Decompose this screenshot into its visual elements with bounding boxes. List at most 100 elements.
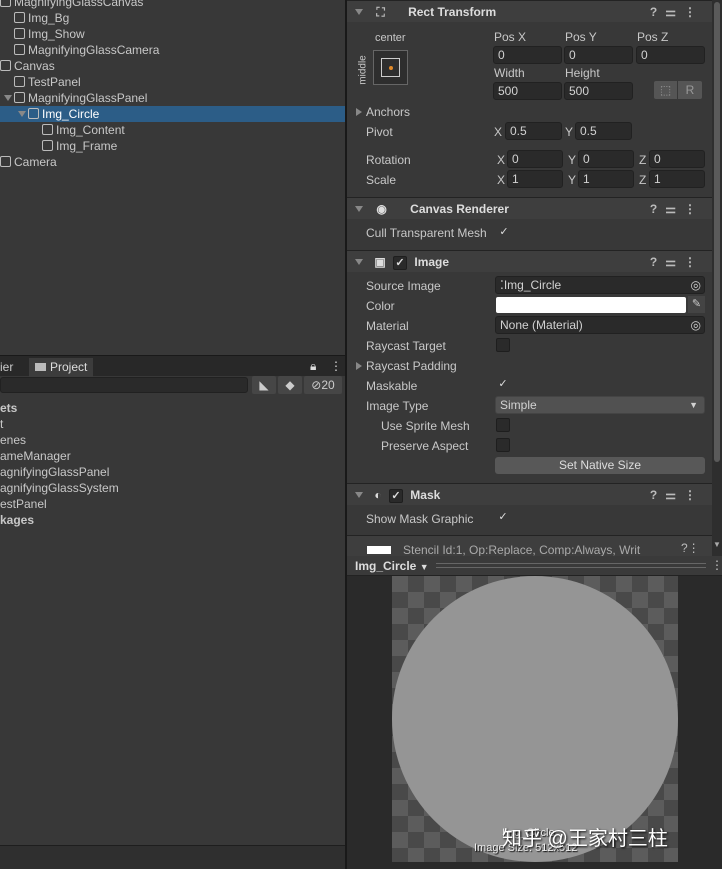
source-image-field[interactable]: ⁚Img_Circle ◎ xyxy=(495,276,705,294)
preserve-aspect-checkbox[interactable] xyxy=(496,438,510,452)
source-image-label: Source Image xyxy=(366,279,441,293)
component-header-icons[interactable]: ?⚌⋮ xyxy=(650,251,704,273)
use-sprite-mesh-checkbox[interactable] xyxy=(496,418,510,432)
collapse-icon[interactable] xyxy=(355,206,363,212)
raycast-padding-label: Raycast Padding xyxy=(366,359,457,373)
rotation-y-field[interactable]: 0 xyxy=(578,150,634,168)
scroll-down-icon[interactable]: ▼ xyxy=(713,540,721,549)
image-enabled-checkbox[interactable]: ✓ xyxy=(393,255,408,270)
expand-arrow-icon[interactable] xyxy=(18,111,26,117)
more-icon[interactable]: ⋮ xyxy=(711,558,722,572)
hierarchy-item[interactable]: Img_Show xyxy=(0,26,345,42)
material-field[interactable]: None (Material) ◎ xyxy=(495,316,705,334)
raycast-target-checkbox[interactable] xyxy=(496,338,510,352)
image-type-dropdown[interactable]: Simple ▼ xyxy=(495,396,705,414)
folder-icon xyxy=(35,363,46,371)
preview-title-dropdown[interactable]: Img_Circle ▼ xyxy=(355,558,429,575)
hierarchy-item[interactable]: Img_Bg xyxy=(0,10,345,26)
posy-label: Pos Y xyxy=(565,30,597,44)
project-item[interactable]: agnifyingGlassSystem xyxy=(0,480,119,496)
blueprint-mode-button[interactable]: ⬚ xyxy=(654,81,677,99)
hierarchy-item[interactable]: MagnifyingGlassCamera xyxy=(0,42,345,58)
collapse-icon[interactable] xyxy=(355,259,363,265)
component-header-icons[interactable]: ?⚌⋮ xyxy=(650,1,704,23)
scroll-thumb[interactable] xyxy=(714,2,720,462)
rotation-x-field[interactable]: 0 xyxy=(507,150,563,168)
cull-checkbox[interactable]: ✓ xyxy=(497,226,511,240)
filter-by-type-icon[interactable]: ◣ xyxy=(252,376,276,394)
axis-x: X xyxy=(494,125,503,139)
status-bar xyxy=(0,845,345,869)
expand-icon xyxy=(356,362,362,370)
material-row[interactable]: Stencil Id:1, Op:Replace, Comp:Always, W… xyxy=(347,535,712,557)
tab-project[interactable]: Project xyxy=(29,358,94,377)
more-icon[interactable]: ⋮ xyxy=(330,359,342,373)
help-icon[interactable]: ?⋮ xyxy=(681,541,700,555)
show-mask-graphic-checkbox[interactable]: ✓ xyxy=(496,511,510,525)
component-title: Rect Transform xyxy=(408,5,497,19)
project-item[interactable]: estPanel xyxy=(0,496,47,512)
inspector-scrollbar[interactable]: ▼ xyxy=(712,0,722,556)
anchors-foldout[interactable]: Anchors xyxy=(356,104,410,120)
scale-x-field[interactable]: 1 xyxy=(507,170,563,188)
hierarchy-item[interactable]: Img_Circle xyxy=(0,106,345,122)
hierarchy-item[interactable]: TestPanel xyxy=(0,74,345,90)
mask-enabled-checkbox[interactable]: ✓ xyxy=(388,488,403,503)
maskable-checkbox[interactable]: ✓ xyxy=(496,378,510,392)
expand-arrow-icon[interactable] xyxy=(4,95,12,101)
tab-project-label: Project xyxy=(50,360,88,374)
image-type-label: Image Type xyxy=(366,399,429,413)
component-header-icons[interactable]: ?⚌⋮ xyxy=(650,198,704,220)
project-item[interactable]: enes xyxy=(0,432,26,448)
width-field[interactable]: 500 xyxy=(493,82,562,100)
raycast-padding-foldout[interactable]: Raycast Padding xyxy=(356,358,457,374)
object-picker-icon[interactable]: ◎ xyxy=(691,277,701,293)
pivot-x-field[interactable]: 0.5 xyxy=(505,122,562,140)
drag-handle[interactable] xyxy=(436,563,706,568)
lock-icon[interactable]: 🔒︎ xyxy=(310,359,316,374)
image-header[interactable]: ▣ ✓ Image ?⚌⋮ xyxy=(347,250,712,272)
hidden-packages-button[interactable]: ⊘20 xyxy=(304,376,342,394)
eye-icon: ◉ xyxy=(376,202,387,216)
object-picker-icon[interactable]: ◎ xyxy=(691,317,701,333)
posz-field[interactable]: 0 xyxy=(636,46,705,64)
filter-by-label-icon[interactable]: ◆ xyxy=(278,376,302,394)
eyedropper-icon[interactable]: ✎ xyxy=(688,296,705,313)
color-swatch[interactable] xyxy=(496,297,686,313)
hierarchy-item[interactable]: Img_Frame xyxy=(0,138,345,154)
rect-transform-header[interactable]: ⛶ Rect Transform ?⚌⋮ xyxy=(347,0,712,22)
raw-edit-button[interactable]: R xyxy=(678,81,702,99)
canvas-renderer-header[interactable]: ◉ Canvas Renderer ?⚌⋮ xyxy=(347,197,712,219)
rect-transform-icon: ⛶ xyxy=(376,5,385,19)
project-item[interactable]: agnifyingGlassPanel xyxy=(0,464,109,480)
component-header-icons[interactable]: ?⚌⋮ xyxy=(650,484,704,506)
hierarchy-item[interactable]: MagnifyingGlassCanvas xyxy=(0,0,345,10)
project-item[interactable]: t xyxy=(0,416,3,432)
hierarchy-item[interactable]: Camera xyxy=(0,154,345,170)
anchor-preset-button[interactable] xyxy=(373,50,408,85)
mask-header[interactable]: ◐ ✓ Mask ?⚌⋮ xyxy=(347,483,712,505)
posx-field[interactable]: 0 xyxy=(493,46,562,64)
rotation-z-field[interactable]: 0 xyxy=(649,150,705,168)
collapse-icon[interactable] xyxy=(355,492,363,498)
height-field[interactable]: 500 xyxy=(564,82,633,100)
hierarchy-item[interactable]: MagnifyingGlassPanel xyxy=(0,90,345,106)
collapse-icon[interactable] xyxy=(355,9,363,15)
project-item[interactable]: ets xyxy=(0,400,17,416)
posy-field[interactable]: 0 xyxy=(564,46,633,64)
left-panel: MagnifyingGlassCanvas Img_Bg Img_Show Magni… xyxy=(0,0,345,869)
checker-background xyxy=(392,576,678,862)
scale-z-field[interactable]: 1 xyxy=(649,170,705,188)
project-search-input[interactable] xyxy=(0,377,248,393)
project-item[interactable]: ameManager xyxy=(0,448,71,464)
gameobject-icon xyxy=(42,124,53,135)
maskable-label: Maskable xyxy=(366,379,418,393)
scale-y-field[interactable]: 1 xyxy=(578,170,634,188)
pivot-y-field[interactable]: 0.5 xyxy=(575,122,632,140)
tab-hierarchy[interactable]: ier xyxy=(0,358,19,377)
hierarchy-item-label: Img_Circle xyxy=(42,107,100,121)
hierarchy-item[interactable]: Img_Content xyxy=(0,122,345,138)
hierarchy-item[interactable]: Canvas xyxy=(0,58,345,74)
project-item[interactable]: kages xyxy=(0,512,34,528)
set-native-size-button[interactable]: Set Native Size xyxy=(495,457,705,474)
